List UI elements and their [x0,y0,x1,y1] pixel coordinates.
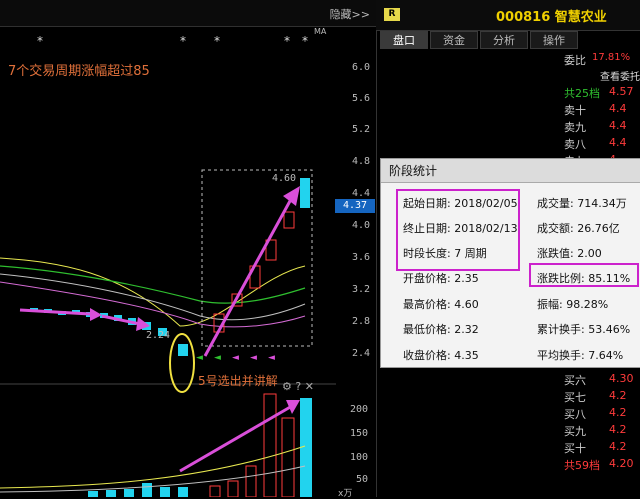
orderbook-row: 买六 4.30 [564,372,634,387]
check-order-link[interactable]: 查看委托 [600,68,640,83]
tab-fenxi[interactable]: 分析 [480,31,528,49]
weibi-label: 委比 [564,54,586,67]
volume-tick: 50 [356,474,369,485]
close-price: 收盘价格: 4.35 [403,349,479,362]
volume-toolbar: ⚙ ? ✕ [282,380,314,393]
change-value: 涨跌值: 2.00 [537,247,602,260]
orderbook-row: 卖九 4.4 [564,119,627,134]
chart-top-strip: 隐藏>> [0,0,376,27]
volume-tick: 150 [350,428,369,439]
volume-tick: 100 [350,452,369,463]
orderbook-row: 共25档 4.57 [564,85,634,100]
period-length: 时段长度: 7 周期 [403,247,487,260]
volume: 成交量: 714.34万 [537,197,627,210]
price-tick: 6.0 [351,62,370,73]
orderbook-row: 买七 4.2 [564,389,627,404]
volume-tick: 200 [350,404,369,415]
low-price-label: 2.24 [146,330,170,341]
orderbook-row: 卖八 4.4 [564,136,627,151]
turnover-average: 平均换手: 7.64% [537,349,624,362]
amplitude: 振幅: 98.28% [537,298,609,311]
price-tick: 3.6 [351,252,370,263]
price-tick: 5.6 [351,93,370,104]
high-price-label: 4.60 [272,173,296,184]
change-percent: 涨跌比例: 85.11% [537,272,631,285]
start-date: 起始日期: 2018/02/05 [403,197,518,210]
open-price: 开盘价格: 2.35 [403,272,479,285]
high-price: 最高价格: 4.60 [403,298,479,311]
quote-tabs: 盘口 资金 分析 操作 [376,31,640,49]
kline-chart-area[interactable]: 隐藏>> * * * * * MA 4.60 2.24 ◄ ◄ ◄ ◄ ◄ 7个… [0,0,376,499]
orderbook-row: 买八 4.2 [564,406,627,421]
turnover-total: 累计换手: 53.46% [537,323,631,336]
price-tick: 2.4 [351,348,370,359]
stock-header: R 000816 智慧农业 [376,0,640,31]
price-tick: 2.8 [351,316,370,327]
volume-unit: x万 [338,489,353,499]
current-price-tag: 4.37 [335,199,375,213]
orderbook-row: 买九 4.2 [564,423,627,438]
amount: 成交额: 26.76亿 [537,222,620,235]
close-icon[interactable]: ✕ [305,380,314,393]
price-tick: 3.2 [351,284,370,295]
buy-orderbook: 买六 4.30 买七 4.2 买八 4.2 买九 4.2 买十 4.2 共59档 4.20 [564,372,640,492]
orderbook-row: 共59档 4.20 [564,457,634,472]
svg-text:◄: ◄ [250,353,257,363]
price-tick: 4.4 [351,188,370,199]
orderbook-row: 卖十 4.4 [564,102,627,117]
hide-button[interactable]: 隐藏>> [330,6,370,22]
svg-text:◄: ◄ [232,353,239,363]
tab-pankou[interactable]: 盘口 [380,31,428,49]
r-badge: R [384,8,400,21]
end-date: 终止日期: 2018/02/13 [403,222,518,235]
price-tick: 4.8 [351,156,370,167]
annotation-bottom: 5号选出并讲解 [198,374,278,388]
price-tick: 4.0 [351,220,370,231]
settings-icon[interactable]: ⚙ [282,380,292,393]
price-tick: 5.2 [351,124,370,135]
svg-text:◄: ◄ [196,353,203,363]
kline-svg: 4.60 2.24 ◄ ◄ ◄ ◄ ◄ [0,169,336,497]
dialog-title: 阶段统计 [381,159,640,183]
period-stats-dialog[interactable]: 阶段统计 起始日期: 2018/02/05 终止日期: 2018/02/13 时… [380,158,640,368]
tab-caozuo[interactable]: 操作 [530,31,578,49]
stock-code-name: 000816 智慧农业 [496,10,607,25]
svg-text:◄: ◄ [268,353,275,363]
annotation-top: 7个交易周期涨幅超过85 [8,64,150,79]
weibi-value: 17.81% [592,52,631,63]
help-icon[interactable]: ? [295,380,301,393]
svg-text:◄: ◄ [214,353,221,363]
tab-zijin[interactable]: 资金 [430,31,478,49]
orderbook-row: 买十 4.2 [564,440,627,455]
low-price: 最低价格: 2.32 [403,323,479,336]
